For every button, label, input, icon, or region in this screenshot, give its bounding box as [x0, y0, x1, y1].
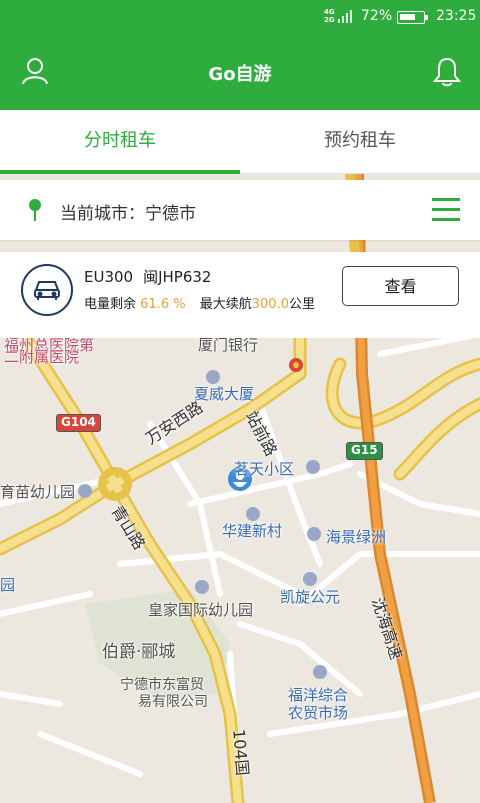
- location-pin-icon: [29, 199, 41, 221]
- map-label-hospital-2: 二附属医院: [4, 348, 80, 366]
- bell-icon[interactable]: [432, 56, 466, 88]
- car-plate: 闽JHP632: [143, 268, 212, 286]
- battery-label: 电量剩余: [84, 297, 137, 312]
- current-city-name[interactable]: 宁德市: [145, 204, 196, 224]
- map-label-huajian: 华建新村: [222, 522, 283, 540]
- car-info-card: EU300 闽JHP632 电量剩余 61.6 % 最大续航300.0公里 查看: [0, 252, 480, 338]
- map-label-bojue: 伯爵·郦城: [102, 642, 176, 662]
- view-car-button[interactable]: 查看: [342, 266, 459, 306]
- menu-icon[interactable]: [432, 198, 460, 222]
- range-value: 300.0: [251, 297, 289, 312]
- range-label: 最大续航: [199, 297, 252, 312]
- map-label-hotel: 夏威大厦: [194, 385, 255, 403]
- map-label-market-2: 农贸市场: [288, 704, 349, 722]
- battery-value: 61.6 %: [140, 297, 186, 312]
- battery-percent: 72%: [361, 8, 393, 24]
- car-stats: 电量剩余 61.6 % 最大续航300.0公里: [84, 293, 315, 312]
- map-label-trade-2: 易有限公司: [138, 694, 208, 710]
- map-label-royal-kindergarten: 皇家国际幼儿园: [148, 601, 254, 619]
- current-city: 当前城市：宁德市: [60, 199, 196, 224]
- tab-reserved-rental[interactable]: 预约租车: [240, 110, 480, 174]
- road-shield-g15: G15: [346, 442, 383, 460]
- network-indicator: 4G 2G: [324, 8, 335, 24]
- tab-hourly-rental[interactable]: 分时租车: [0, 110, 240, 174]
- clock: 23:25: [436, 8, 477, 24]
- map-label-kaixuan: 凯旋公元: [280, 588, 341, 606]
- status-bar: 4G 2G 72% 23:25: [0, 0, 480, 34]
- map-label-community: 茗天小区: [234, 460, 295, 478]
- car-icon: [21, 264, 73, 316]
- battery-icon: [397, 11, 428, 24]
- map-label-haijing: 海景绿洲: [326, 528, 387, 546]
- range-unit: 公里: [288, 297, 315, 312]
- city-bar: 当前城市：宁德市: [0, 180, 480, 240]
- page-title: Go自游: [208, 64, 272, 85]
- tab-bar: 分时租车 预约租车: [0, 110, 480, 174]
- signal-icon: [338, 9, 354, 23]
- map-label-g104-road: 104国: [229, 728, 253, 777]
- road-shield-g104: G104: [56, 414, 101, 432]
- top-bar: 4G 2G 72% 23:25 Go自游: [0, 0, 480, 110]
- map-label-edge: 园: [0, 576, 16, 594]
- car-model: EU300: [84, 268, 134, 286]
- car-title: EU300 闽JHP632: [84, 266, 221, 287]
- map-label-kindergarten: 育苗幼儿园: [0, 483, 76, 501]
- current-city-prefix: 当前城市：: [60, 204, 145, 224]
